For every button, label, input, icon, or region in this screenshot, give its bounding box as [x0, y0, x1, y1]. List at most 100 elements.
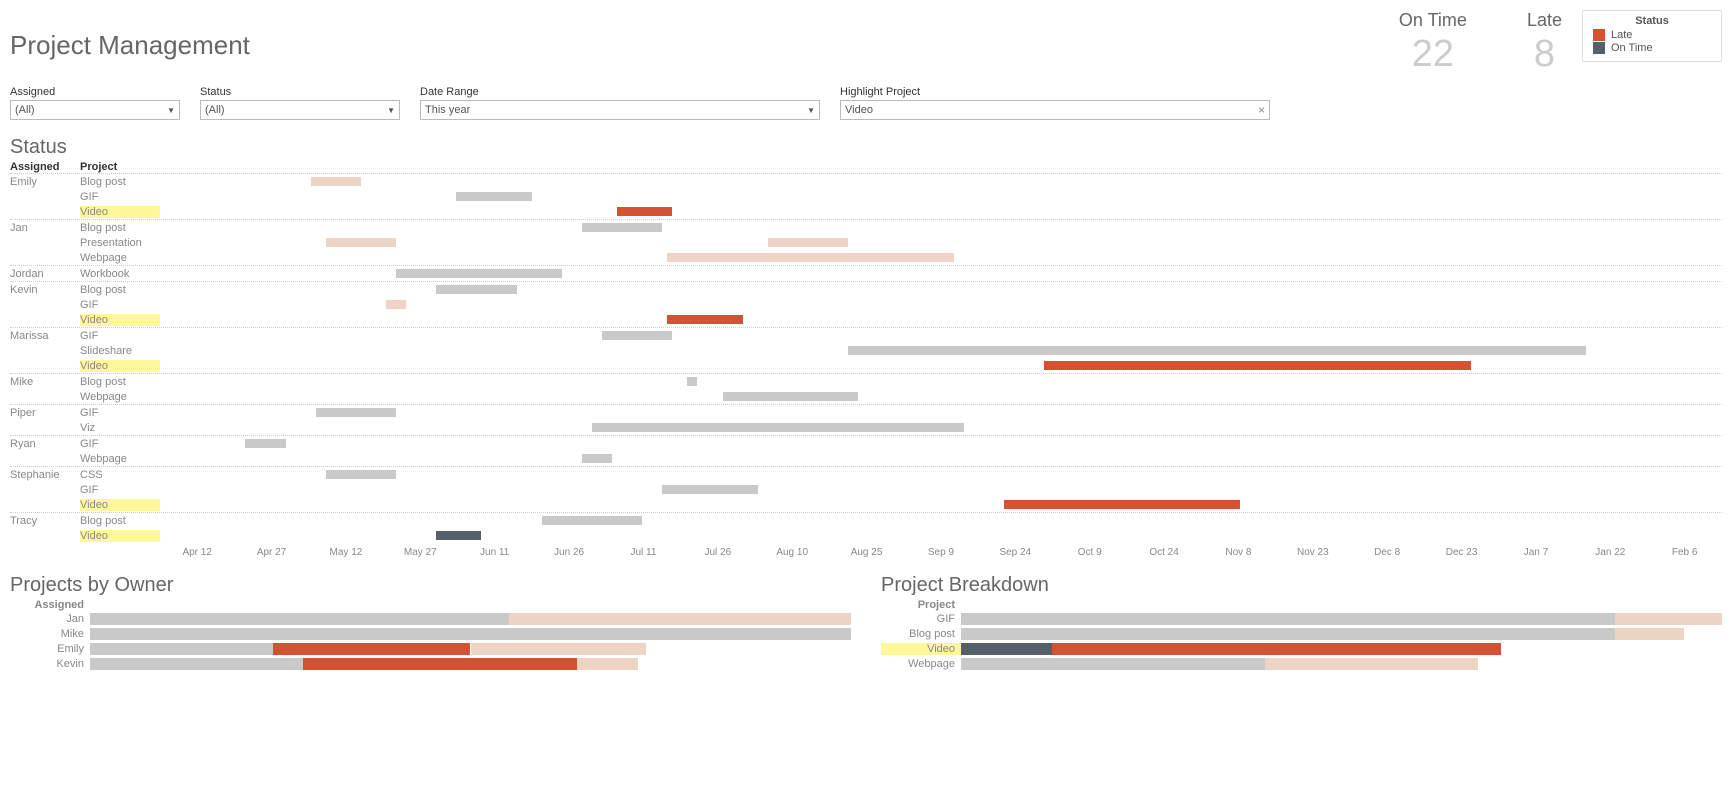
gantt-row[interactable]: Slideshare [10, 343, 1722, 358]
gantt-assigned-cell: Marissa [10, 330, 80, 342]
gantt-lane [160, 204, 1722, 219]
bar-row-label: Mike [10, 628, 90, 640]
gantt-row[interactable]: Video [10, 497, 1722, 512]
gantt-row[interactable]: Video [10, 312, 1722, 327]
gantt-bar[interactable] [667, 253, 953, 262]
gantt-bar[interactable] [1044, 361, 1471, 370]
gantt-row[interactable]: MarissaGIF [10, 328, 1722, 343]
legend-ontime[interactable]: On Time [1593, 42, 1711, 54]
bar-row-label: GIF [881, 613, 961, 625]
gantt-bar[interactable] [542, 516, 642, 525]
gantt-bar[interactable] [768, 238, 848, 247]
gantt-bar[interactable] [386, 300, 406, 309]
gantt-bar[interactable] [1004, 500, 1240, 509]
bar-segment[interactable] [961, 643, 1052, 655]
bar-row[interactable]: Kevin [10, 656, 851, 671]
gantt-bar[interactable] [602, 331, 672, 340]
filter-highlight-input[interactable]: Video × [840, 100, 1270, 120]
axis-tick: Oct 24 [1127, 547, 1201, 558]
gantt-row[interactable]: GIF [10, 482, 1722, 497]
bar-segment[interactable] [1052, 643, 1501, 655]
gantt-bar[interactable] [592, 423, 964, 432]
gantt-bar[interactable] [582, 223, 662, 232]
gantt-row[interactable]: Video [10, 528, 1722, 543]
gantt-row[interactable]: JanBlog post [10, 220, 1722, 235]
gantt-row[interactable]: EmilyBlog post [10, 174, 1722, 189]
gantt-bar[interactable] [316, 408, 396, 417]
gantt-bar[interactable] [456, 192, 531, 201]
gantt-bar[interactable] [687, 377, 697, 386]
gantt-row[interactable]: Webpage [10, 451, 1722, 466]
filter-daterange-select[interactable]: This year ▼ [420, 100, 820, 120]
axis-tick: Aug 10 [755, 547, 829, 558]
gantt-project-cell: GIF [80, 330, 160, 342]
gantt-row[interactable]: JordanWorkbook [10, 266, 1722, 281]
gantt-lane [160, 250, 1722, 265]
gantt-row[interactable]: TracyBlog post [10, 513, 1722, 528]
gantt-project-cell: Presentation [80, 237, 160, 249]
filter-assigned-select[interactable]: (All) ▼ [10, 100, 180, 120]
gantt-project-cell: Blog post [80, 176, 160, 188]
bar-segment[interactable] [961, 658, 1265, 670]
bar-segment[interactable] [1615, 628, 1683, 640]
gantt-project-cell: Video [80, 360, 160, 372]
gantt-bar[interactable] [436, 285, 516, 294]
bar-row[interactable]: Webpage [881, 656, 1722, 671]
gantt-bar[interactable] [436, 531, 481, 540]
gantt-bar[interactable] [848, 346, 1586, 355]
bar-row[interactable]: Emily [10, 641, 851, 656]
gantt-row[interactable]: Viz [10, 420, 1722, 435]
gantt-bar[interactable] [582, 454, 612, 463]
gantt-row[interactable]: PiperGIF [10, 405, 1722, 420]
gantt-bar[interactable] [326, 470, 396, 479]
bar-segment[interactable] [961, 613, 1615, 625]
gantt-row[interactable]: GIF [10, 297, 1722, 312]
bar-segment[interactable] [1615, 613, 1722, 625]
bar-segment[interactable] [961, 628, 1615, 640]
bar-segment[interactable] [1265, 658, 1478, 670]
bar-segment[interactable] [577, 658, 638, 670]
gantt-lane [160, 374, 1722, 389]
gantt-bar[interactable] [662, 485, 757, 494]
bar-segment[interactable] [90, 628, 851, 640]
gantt-header-project: Project [80, 161, 160, 173]
gantt-bar[interactable] [311, 177, 361, 186]
gantt-bar[interactable] [245, 439, 285, 448]
gantt-assigned-cell: Kevin [10, 284, 80, 296]
gantt-row[interactable]: MikeBlog post [10, 374, 1722, 389]
bar-segment[interactable] [509, 613, 851, 625]
gantt-bar[interactable] [667, 315, 742, 324]
gantt-row[interactable]: StephanieCSS [10, 467, 1722, 482]
bar-segment[interactable] [303, 658, 577, 670]
bar-lane [961, 643, 1722, 655]
bar-segment[interactable] [273, 643, 471, 655]
gantt-row[interactable]: Webpage [10, 389, 1722, 404]
legend-late[interactable]: Late [1593, 29, 1711, 41]
bar-segment[interactable] [471, 643, 646, 655]
gantt-row[interactable]: Video [10, 358, 1722, 373]
gantt-row[interactable]: Video [10, 204, 1722, 219]
gantt-project-cell: Webpage [80, 453, 160, 465]
gantt-row[interactable]: GIF [10, 189, 1722, 204]
bar-row[interactable]: GIF [881, 611, 1722, 626]
bar-segment[interactable] [90, 643, 273, 655]
gantt-bar[interactable] [723, 392, 859, 401]
bar-row[interactable]: Mike [10, 626, 851, 641]
bar-segment[interactable] [90, 613, 509, 625]
gantt-bar[interactable] [326, 238, 396, 247]
clear-icon[interactable]: × [1258, 103, 1265, 117]
gantt-bar[interactable] [617, 207, 672, 216]
filter-status-select[interactable]: (All) ▼ [200, 100, 400, 120]
axis-tick: Apr 27 [234, 547, 308, 558]
gantt-project-cell: GIF [80, 407, 160, 419]
gantt-row[interactable]: KevinBlog post [10, 282, 1722, 297]
bar-row[interactable]: Video [881, 641, 1722, 656]
gantt-row[interactable]: RyanGIF [10, 436, 1722, 451]
bar-row[interactable]: Jan [10, 611, 851, 626]
gantt-bar[interactable] [396, 269, 562, 278]
gantt-row[interactable]: Webpage [10, 250, 1722, 265]
bar-row[interactable]: Blog post [881, 626, 1722, 641]
gantt-lane [160, 189, 1722, 204]
gantt-row[interactable]: Presentation [10, 235, 1722, 250]
bar-segment[interactable] [90, 658, 303, 670]
